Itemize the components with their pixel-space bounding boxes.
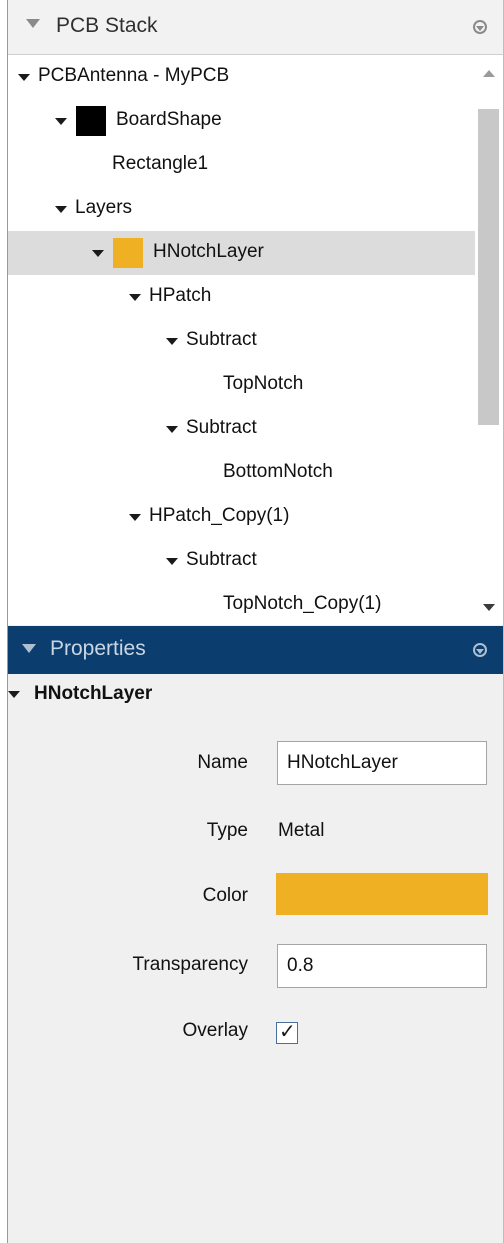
section-collapse-icon[interactable] bbox=[8, 691, 20, 698]
tree-node[interactable]: TopNotch_Copy(1) bbox=[8, 583, 475, 625]
tree-node-label: TopNotch bbox=[223, 373, 304, 394]
type-value: Metal bbox=[278, 820, 325, 841]
tree-node[interactable]: Rectangle1 bbox=[8, 143, 475, 187]
tree-node-label: PCBAntenna - MyPCB bbox=[38, 65, 230, 86]
color-label: Color bbox=[202, 885, 248, 906]
scroll-up-icon[interactable] bbox=[483, 70, 495, 77]
pcb-stack-panel-title: PCB Stack bbox=[56, 14, 158, 37]
expand-toggle-icon[interactable] bbox=[55, 118, 67, 125]
name-field[interactable]: HNotchLayer bbox=[277, 741, 487, 785]
tree-node[interactable]: TopNotch bbox=[8, 363, 475, 407]
expand-toggle-icon[interactable] bbox=[55, 206, 67, 213]
tree-node[interactable]: Subtract bbox=[8, 539, 475, 583]
expand-toggle-icon[interactable] bbox=[129, 294, 141, 301]
scroll-down-icon[interactable] bbox=[483, 604, 495, 611]
name-label: Name bbox=[197, 752, 248, 773]
tree-node[interactable]: Layers bbox=[8, 187, 475, 231]
panel-menu-icon[interactable] bbox=[473, 643, 487, 657]
tree-node-label: Subtract bbox=[186, 549, 257, 570]
tree-node[interactable]: HPatch_Copy(1) bbox=[8, 495, 475, 539]
overlay-label: Overlay bbox=[182, 1020, 248, 1041]
type-label: Type bbox=[206, 820, 248, 841]
expand-toggle-icon[interactable] bbox=[129, 514, 141, 521]
checkmark-icon: ✓ bbox=[279, 1021, 296, 1043]
properties-panel-header[interactable]: Properties bbox=[8, 626, 503, 674]
tree-node-label: HPatch bbox=[149, 285, 212, 306]
tree-node-label: BoardShape bbox=[116, 109, 222, 130]
tree-node-label: BottomNotch bbox=[223, 461, 333, 482]
layer-color-swatch bbox=[76, 106, 106, 136]
tree-vertical-scrollbar[interactable] bbox=[475, 55, 503, 625]
transparency-field[interactable]: 0.8 bbox=[277, 944, 487, 988]
expand-toggle-icon[interactable] bbox=[92, 250, 104, 257]
tree-node[interactable]: Subtract bbox=[8, 319, 475, 363]
expand-toggle-icon[interactable] bbox=[166, 558, 178, 565]
tree-node-label: Rectangle1 bbox=[112, 153, 209, 174]
tree-node-label: Subtract bbox=[186, 417, 257, 438]
layer-color-swatch bbox=[113, 238, 143, 268]
color-swatch-button[interactable] bbox=[276, 873, 488, 915]
tree-node[interactable]: HNotchLayer bbox=[8, 231, 475, 275]
expand-toggle-icon[interactable] bbox=[166, 338, 178, 345]
tree-node-label: Subtract bbox=[186, 329, 257, 350]
properties-panel-title: Properties bbox=[50, 637, 146, 660]
tree-node-label: Layers bbox=[75, 197, 133, 218]
expand-toggle-icon[interactable] bbox=[18, 74, 30, 81]
properties-panel-body: HNotchLayer Name HNotchLayer Type Metal … bbox=[8, 674, 503, 1243]
collapse-panel-icon[interactable] bbox=[22, 644, 36, 653]
pcb-stack-panel-header[interactable]: PCB Stack bbox=[8, 0, 503, 55]
tree-node[interactable]: BoardShape bbox=[8, 99, 475, 143]
tree-node-label: HNotchLayer bbox=[153, 241, 264, 262]
tree-node-label: HPatch_Copy(1) bbox=[149, 505, 290, 526]
pcb-stack-tree[interactable]: PCBAntenna - MyPCB BoardShape Rectangle1 La… bbox=[8, 55, 503, 625]
overlay-checkbox[interactable]: ✓ bbox=[276, 1021, 298, 1044]
tree-node[interactable]: HPatch bbox=[8, 275, 475, 319]
tree-node[interactable]: PCBAntenna - MyPCB bbox=[8, 55, 475, 99]
expand-toggle-icon[interactable] bbox=[166, 426, 178, 433]
tree-node-label: TopNotch_Copy(1) bbox=[223, 593, 382, 614]
panel-menu-icon[interactable] bbox=[473, 20, 487, 34]
transparency-label: Transparency bbox=[132, 954, 248, 975]
properties-section-title: HNotchLayer bbox=[34, 683, 153, 704]
scrollbar-thumb[interactable] bbox=[478, 109, 499, 425]
tree-node[interactable]: Subtract bbox=[8, 407, 475, 451]
collapse-panel-icon[interactable] bbox=[26, 19, 40, 28]
tree-node[interactable]: BottomNotch bbox=[8, 451, 475, 495]
